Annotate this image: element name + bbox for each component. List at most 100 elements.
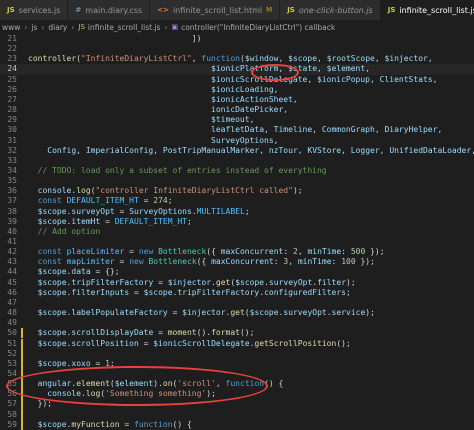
modified-line-marker[interactable] xyxy=(21,379,23,390)
code-text: leafletData, Timeline, CommonGraph, Diar… xyxy=(28,125,442,135)
code-token: $scope xyxy=(37,267,67,277)
code-line[interactable]: 41 xyxy=(0,237,474,247)
tab-infinite-scroll-list-html[interactable]: <> infinite_scroll_list.html M xyxy=(150,0,281,20)
line-number: 59 xyxy=(7,419,17,429)
code-line[interactable]: 54 xyxy=(0,368,474,380)
code-line[interactable]: 53 $scope.xoxo = 1; xyxy=(0,358,474,369)
code-line[interactable]: 55 angular.element($element).on('scroll'… xyxy=(0,379,474,390)
code-token: , xyxy=(191,54,202,64)
breadcrumb-symbol[interactable]: controller("InfiniteDiaryListCtrl") call… xyxy=(181,23,335,32)
code-line[interactable]: 32 Config, ImperialConfig, PostTripManua… xyxy=(0,146,474,156)
code-line[interactable]: 38 $scope.surveyOpt = SurveyOptions.MULT… xyxy=(0,207,474,217)
html-file-icon: <> xyxy=(157,6,169,14)
code-token: // Add option xyxy=(37,226,101,236)
code-line[interactable]: 59 $scope.myFunction = function() { xyxy=(0,419,474,430)
code-text: }); xyxy=(28,399,52,409)
code-line[interactable]: 58 xyxy=(0,409,474,420)
modified-badge: M xyxy=(266,6,273,14)
code-line[interactable]: 48 $scope.labelPopulateFactory = $inject… xyxy=(0,308,474,318)
code-line[interactable]: 47 xyxy=(0,298,474,308)
code-line[interactable]: 40 // Add option xyxy=(0,227,474,237)
code-line[interactable]: 51 $scope.scrollPosition = $ionicScrollD… xyxy=(0,338,474,349)
modified-line-marker[interactable] xyxy=(21,389,23,400)
chevron-right-icon: › xyxy=(41,22,45,32)
modified-line-marker[interactable] xyxy=(21,328,23,339)
code-line[interactable]: 31 SurveyOptions, xyxy=(0,136,474,146)
tab-infinite-scroll-list-js[interactable]: JSinfinite_scroll_list.jsM× xyxy=(380,0,474,20)
code-line[interactable]: 33 xyxy=(0,156,474,166)
tab-main-diary-css[interactable]: # main.diary.css xyxy=(68,0,151,20)
code-token: ; xyxy=(109,358,115,368)
code-line[interactable]: 27 $ionicActionSheet, xyxy=(0,95,474,105)
code-token: $scope xyxy=(37,358,67,368)
code-line[interactable]: 26 $ionicLoading, xyxy=(0,85,474,95)
code-token: Config xyxy=(47,145,77,155)
code-editor[interactable]: 21 ]) 22 23 controller("InfiniteDiaryListCt… xyxy=(0,34,474,430)
javascript-file-icon: JS xyxy=(78,23,85,31)
modified-line-marker[interactable] xyxy=(21,409,23,420)
code-token: DEFAULT_ITEM_HT xyxy=(114,216,187,226)
code-token: $state xyxy=(288,64,318,74)
code-text: $scope.data = {}; xyxy=(28,267,120,277)
modified-line-marker[interactable] xyxy=(21,368,23,380)
breadcrumb-item[interactable]: infinite_scroll_list.js xyxy=(88,23,161,32)
code-line[interactable]: 22 xyxy=(0,44,474,54)
code-line[interactable]: 44 $scope.data = {}; xyxy=(0,267,474,277)
modified-line-marker[interactable] xyxy=(21,358,23,369)
code-token: $scope xyxy=(37,277,67,287)
code-token: $scope xyxy=(37,308,67,318)
code-line[interactable]: 52 xyxy=(0,348,474,359)
code-token: log xyxy=(76,186,91,196)
code-line[interactable]: 29 $timeout, xyxy=(0,115,474,125)
modified-line-marker[interactable] xyxy=(21,348,23,359)
breadcrumb-item[interactable]: diary xyxy=(48,23,67,32)
code-token: ImperialConfig xyxy=(85,145,154,155)
modified-line-marker[interactable] xyxy=(21,419,23,430)
code-token: const xyxy=(37,196,62,206)
code-line[interactable]: 21 ]) xyxy=(0,34,474,44)
code-line[interactable]: 23 controller("InfiniteDiaryListCtrl", fu… xyxy=(0,54,474,64)
code-line[interactable]: 34 // TODO: load only a subset of entrie… xyxy=(0,166,474,176)
code-line[interactable]: 46 $scope.filterInputs = $scope.tripFilt… xyxy=(0,288,474,298)
code-line[interactable]: 28 ionicDatePicker, xyxy=(0,105,474,115)
code-line[interactable]: 37 const DEFAULT_ITEM_HT = 274; xyxy=(0,196,474,206)
code-line[interactable]: 30 leafletData, Timeline, CommonGraph, D… xyxy=(0,125,474,135)
line-number: 40 xyxy=(7,226,17,236)
code-line[interactable]: 36 console.log("controller InfiniteDiary… xyxy=(0,186,474,196)
code-line[interactable]: 45 $scope.tripFilterFactory = $injector.… xyxy=(0,278,474,288)
code-token: ); xyxy=(206,389,216,399)
code-token: on xyxy=(162,379,173,389)
tab-one-click-button-js[interactable]: JS one-click-button.js xyxy=(280,0,381,20)
code-line[interactable]: 57 }); xyxy=(0,399,474,410)
code-line[interactable]: 56 console.log('Something something'); xyxy=(0,389,474,400)
modified-line-marker[interactable] xyxy=(21,399,23,410)
code-token: , xyxy=(297,145,308,155)
code-line[interactable]: 42 const placeLimiter = new Bottleneck({… xyxy=(0,247,474,257)
editor-tab-bar: JS services.js # main.diary.css <> infinite_s… xyxy=(0,0,474,20)
code-line[interactable]: 50 $scope.scrollDisplayDate = moment().f… xyxy=(0,328,474,339)
breadcrumb-item[interactable]: www xyxy=(2,23,20,32)
code-token: () { xyxy=(264,379,284,389)
code-token: , xyxy=(273,135,279,145)
code-token: = xyxy=(124,247,139,257)
breadcrumb-item[interactable]: js xyxy=(31,23,37,32)
code-line[interactable]: 43 const mapLimiter = new Bottleneck({ m… xyxy=(0,257,474,267)
modified-line-marker[interactable] xyxy=(21,338,23,349)
code-token: KVStore xyxy=(307,145,342,155)
code-token: Bottleneck xyxy=(148,257,197,267)
code-line[interactable]: 49 xyxy=(0,318,474,328)
code-line[interactable]: 39 $scope.itemHt = DEFAULT_ITEM_HT; xyxy=(0,217,474,227)
code-line[interactable]: 35 xyxy=(0,176,474,186)
code-line[interactable]: 25 $ionicScrollDelegate, $ionicPopup, Cl… xyxy=(0,75,474,85)
code-token: $injector xyxy=(167,277,212,287)
tab-services-js[interactable]: JS services.js xyxy=(0,0,69,20)
code-token: = xyxy=(129,287,144,297)
code-line[interactable]: 24 $ionicPlatform, $state, $element, xyxy=(0,64,474,75)
code-token: , xyxy=(292,94,298,104)
